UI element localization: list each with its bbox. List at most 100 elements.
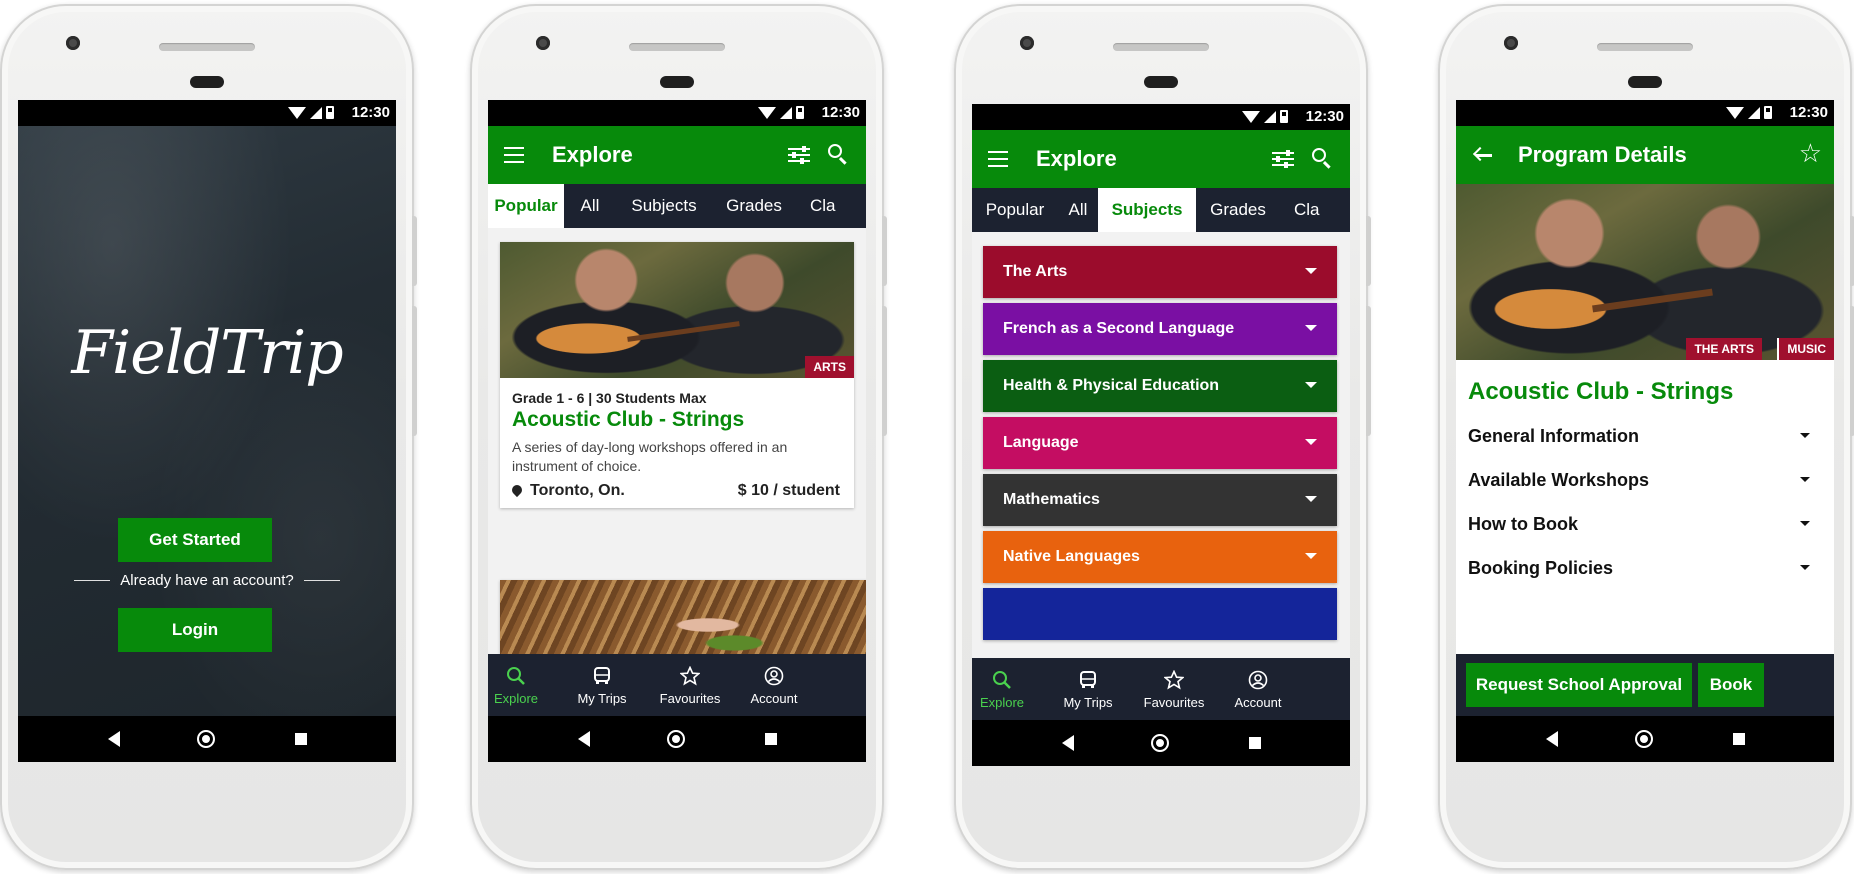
nav-account[interactable]: Account <box>1230 658 1286 720</box>
nav-account[interactable]: Account <box>748 654 800 716</box>
program-photo: ARTS <box>500 242 854 378</box>
wifi-icon <box>1242 110 1260 123</box>
system-back-icon[interactable] <box>108 731 120 747</box>
filter-icon[interactable] <box>788 145 810 165</box>
login-button[interactable]: Login <box>118 608 272 652</box>
tab-all[interactable]: All <box>564 184 616 228</box>
system-home-icon[interactable] <box>667 730 685 748</box>
showcase: 12:30 FieldTrip Get Started Already have… <box>0 0 1854 874</box>
system-nav-bar <box>488 716 866 762</box>
system-back-icon[interactable] <box>1546 731 1558 747</box>
subject-french[interactable]: French as a Second Language <box>983 303 1337 355</box>
subject-language[interactable]: Language <box>983 417 1337 469</box>
tab-subjects[interactable]: Subjects <box>1098 188 1196 232</box>
status-time: 12:30 <box>1305 108 1344 125</box>
nav-explore[interactable]: Explore <box>972 658 1032 720</box>
filter-icon[interactable] <box>1272 149 1294 169</box>
tab-all[interactable]: All <box>1058 188 1098 232</box>
system-recents-icon[interactable] <box>1249 737 1261 749</box>
request-approval-button[interactable]: Request School Approval <box>1466 663 1692 707</box>
program-price: $ 10 / student <box>737 482 840 499</box>
phone-welcome: 12:30 FieldTrip Get Started Already have… <box>0 4 417 870</box>
tab-grades[interactable]: Grades <box>1196 188 1280 232</box>
subject-health-pe[interactable]: Health & Physical Education <box>983 360 1337 412</box>
subject-native-languages[interactable]: Native Languages <box>983 531 1337 583</box>
chevron-down-icon <box>1305 496 1317 502</box>
system-home-icon[interactable] <box>197 730 215 748</box>
section-how-to-book[interactable]: How to Book <box>1468 502 1822 546</box>
subject-mathematics[interactable]: Mathematics <box>983 474 1337 526</box>
section-booking-policies[interactable]: Booking Policies <box>1468 546 1822 590</box>
status-bar: 12:30 <box>972 104 1350 130</box>
system-home-icon[interactable] <box>1151 734 1169 752</box>
menu-icon[interactable] <box>988 151 1008 167</box>
account-icon <box>764 666 784 686</box>
sensor <box>1144 76 1178 88</box>
tab-cla[interactable]: Cla <box>1280 188 1330 232</box>
system-back-icon[interactable] <box>1062 735 1074 751</box>
power-button <box>1850 216 1854 286</box>
chevron-down-icon <box>1800 477 1810 482</box>
phone-explore-popular: 12:30 Explore Popular All Subjects Grade… <box>470 4 887 870</box>
nav-favourites[interactable]: Favourites <box>656 654 724 716</box>
earpiece <box>159 43 255 51</box>
system-nav-bar <box>972 720 1350 766</box>
section-general-information[interactable]: General Information <box>1468 414 1822 458</box>
wifi-icon <box>758 106 776 119</box>
chevron-down-icon <box>1305 439 1317 445</box>
status-bar: 12:30 <box>18 100 396 126</box>
bus-icon <box>1080 671 1096 688</box>
signal-icon <box>310 106 322 119</box>
chevron-down-icon <box>1305 325 1317 331</box>
battery-icon <box>1280 110 1288 123</box>
tab-cla[interactable]: Cla <box>796 184 846 228</box>
program-card[interactable]: ARTS Grade 1 - 6 | 30 Students Max Acous… <box>500 242 854 508</box>
bottom-nav: Explore My Trips Favourites Account <box>972 658 1350 720</box>
category-badge: ARTS <box>805 356 854 378</box>
system-recents-icon[interactable] <box>295 733 307 745</box>
system-nav-bar <box>18 716 396 762</box>
menu-icon[interactable] <box>504 147 524 163</box>
nav-my-trips[interactable]: My Trips <box>1058 658 1118 720</box>
tab-popular[interactable]: Popular <box>972 188 1058 232</box>
search-icon[interactable] <box>828 144 850 166</box>
program-card-2[interactable] <box>500 580 866 654</box>
nav-favourites[interactable]: Favourites <box>1140 658 1208 720</box>
tab-subjects[interactable]: Subjects <box>616 184 712 228</box>
nav-my-trips[interactable]: My Trips <box>572 654 632 716</box>
volume-button <box>1366 306 1371 436</box>
system-home-icon[interactable] <box>1635 730 1653 748</box>
chevron-down-icon <box>1305 553 1317 559</box>
front-camera <box>1504 36 1518 50</box>
app-logo: FieldTrip <box>71 318 343 388</box>
system-recents-icon[interactable] <box>1733 733 1745 745</box>
get-started-button[interactable]: Get Started <box>118 518 272 562</box>
program-title[interactable]: Acoustic Club - Strings <box>512 408 744 432</box>
tab-grades[interactable]: Grades <box>712 184 796 228</box>
program-detail-content: THE ARTS MUSIC Acoustic Club - Strings G… <box>1456 184 1834 654</box>
phone-explore-subjects: 12:30 Explore Popular All Subjects Grade… <box>954 4 1371 870</box>
back-arrow-icon[interactable] <box>1472 146 1492 162</box>
book-button[interactable]: Book <box>1698 663 1764 707</box>
star-icon[interactable]: ☆ <box>1799 140 1822 166</box>
program-meta: Grade 1 - 6 | 30 Students Max <box>512 390 707 406</box>
system-back-icon[interactable] <box>578 731 590 747</box>
system-recents-icon[interactable] <box>765 733 777 745</box>
sensor <box>1628 76 1662 88</box>
section-available-workshops[interactable]: Available Workshops <box>1468 458 1822 502</box>
booking-action-bar: Request School Approval Book <box>1456 654 1834 716</box>
divider-right <box>304 580 340 581</box>
subject-next[interactable] <box>983 588 1337 640</box>
location-pin-icon <box>509 482 525 498</box>
search-icon[interactable] <box>1312 148 1334 170</box>
subject-list: The Arts French as a Second Language Hea… <box>972 232 1350 658</box>
front-camera <box>1020 36 1034 50</box>
chevron-down-icon <box>1800 565 1810 570</box>
nav-explore[interactable]: Explore <box>488 654 544 716</box>
screen-explore-popular: 12:30 Explore Popular All Subjects Grade… <box>488 100 866 762</box>
screen-welcome: 12:30 FieldTrip Get Started Already have… <box>18 100 396 762</box>
tab-popular[interactable]: Popular <box>488 184 564 228</box>
explore-icon <box>993 671 1011 689</box>
subject-the-arts[interactable]: The Arts <box>983 246 1337 298</box>
category-tabs: Popular All Subjects Grades Cla <box>972 188 1350 232</box>
